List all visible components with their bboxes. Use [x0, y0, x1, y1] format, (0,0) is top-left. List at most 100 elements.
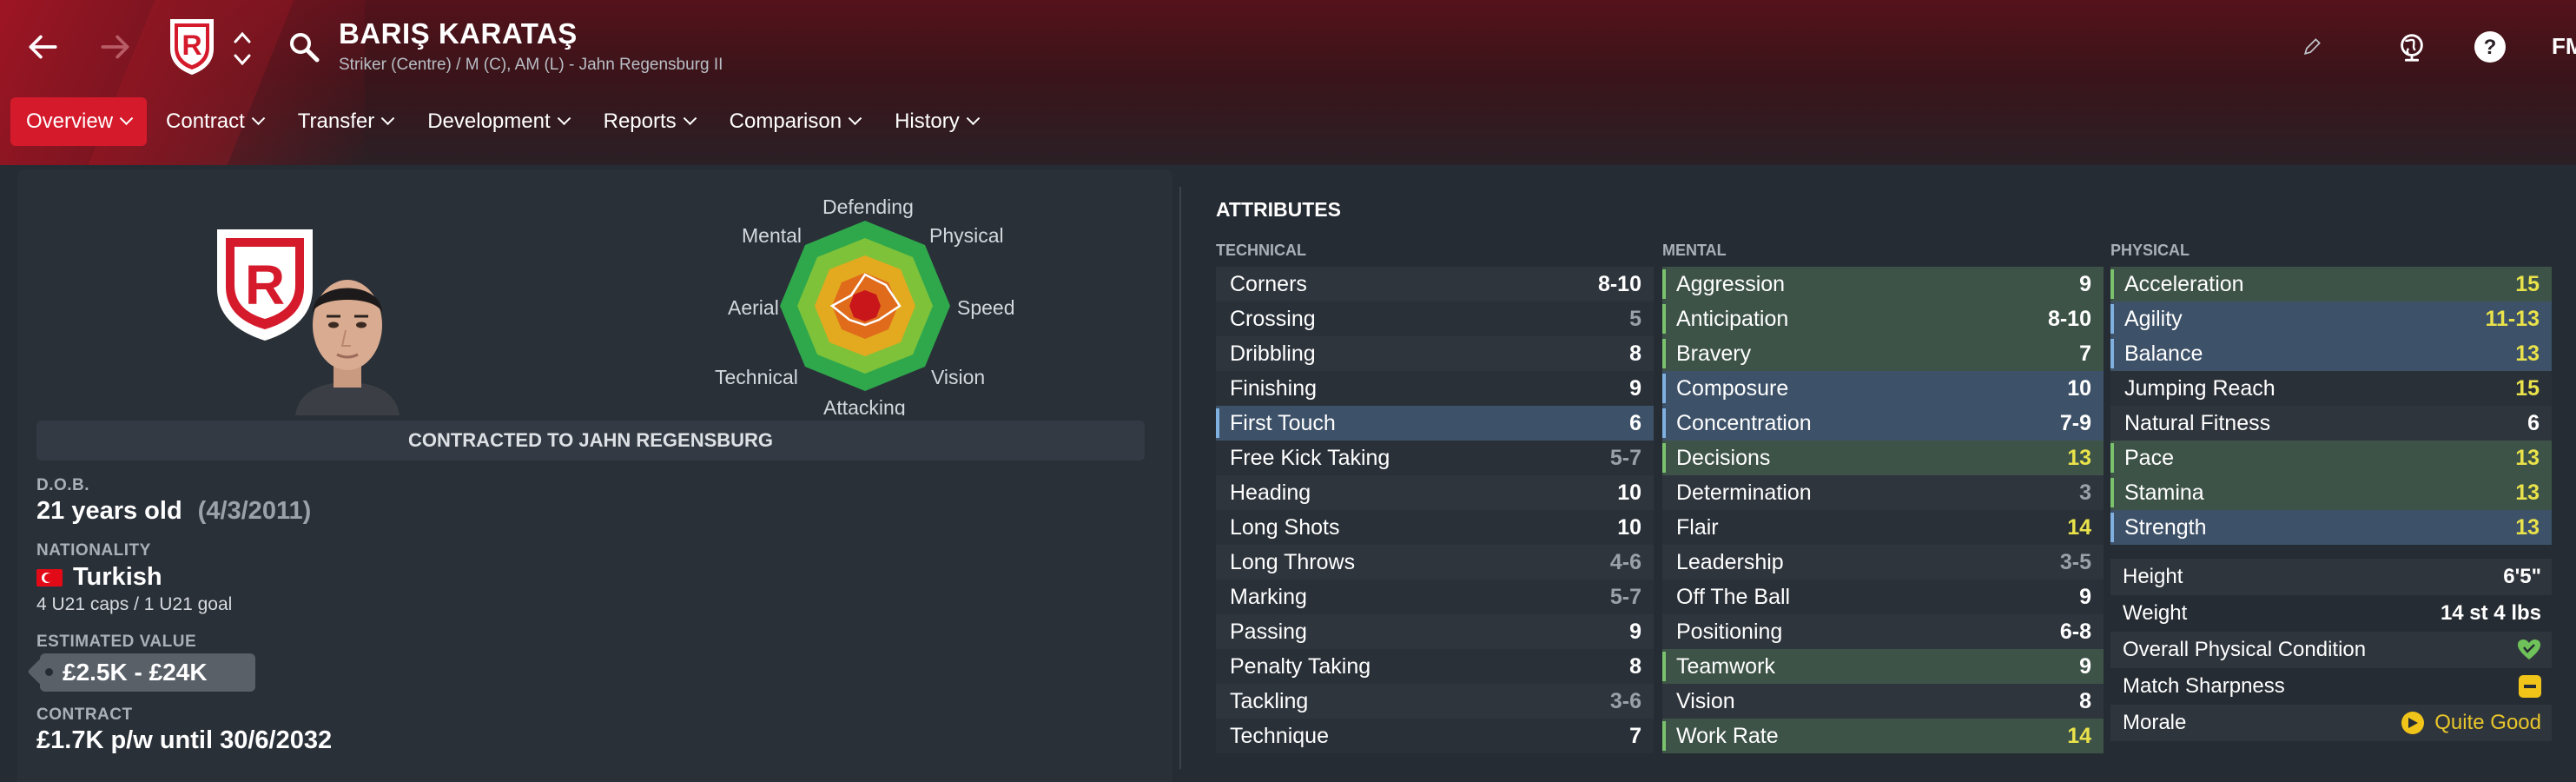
attribute-name: Acceleration — [2124, 271, 2244, 296]
attribute-name: Penalty Taking — [1230, 653, 1371, 679]
attribute-name: Work Rate — [1676, 723, 1779, 748]
player-avatar — [295, 280, 400, 415]
attribute-name: Long Throws — [1230, 549, 1356, 574]
attribute-row-stamina[interactable]: Stamina 13 — [2110, 475, 2552, 510]
attribute-row-pace[interactable]: Pace 13 — [2110, 441, 2552, 475]
pencil-icon — [2303, 38, 2321, 56]
attribute-row-tackling[interactable]: Tackling 3-6 — [1216, 684, 1654, 719]
attribute-row-aggression[interactable]: Aggression 9 — [1662, 267, 2104, 302]
tab-comparison[interactable]: Comparison — [714, 97, 875, 146]
attribute-value: 8-10 — [1597, 271, 1641, 296]
attribute-name: Decisions — [1676, 445, 1771, 470]
radar-label-speed: Speed — [957, 296, 1015, 319]
attribute-row-corners[interactable]: Corners 8-10 — [1216, 267, 1654, 302]
attribute-row-balance[interactable]: Balance 13 — [2110, 336, 2552, 371]
forward-button[interactable] — [92, 21, 139, 73]
tab-history[interactable]: History — [879, 97, 994, 146]
attribute-name: Marking — [1230, 584, 1307, 609]
technical-title: TECHNICAL — [1216, 242, 1306, 259]
attribute-row-bravery[interactable]: Bravery 7 — [1662, 336, 2104, 371]
attribute-row-vision[interactable]: Vision 8 — [1662, 684, 2104, 719]
attribute-value: 4-6 — [1609, 549, 1641, 574]
attribute-row-determination[interactable]: Determination 3 — [1662, 475, 2104, 510]
attribute-row-work-rate[interactable]: Work Rate 14 — [1662, 719, 2104, 753]
weight-value: 14 st 4 lbs — [2440, 601, 2541, 625]
attribute-row-long-throws[interactable]: Long Throws 4-6 — [1216, 545, 1654, 580]
weight-label: Weight — [2123, 601, 2188, 625]
attribute-row-marking[interactable]: Marking 5-7 — [1216, 580, 1654, 614]
value-text: £2.5K - £24K — [63, 659, 208, 686]
tab-contract[interactable]: Contract — [150, 97, 279, 146]
highlight-bar — [1662, 304, 1666, 334]
attribute-value: 13 — [2515, 341, 2540, 366]
attribute-row-teamwork[interactable]: Teamwork 9 — [1662, 649, 2104, 684]
search-icon[interactable] — [287, 30, 321, 64]
attribute-row-first-touch[interactable]: First Touch 6 — [1216, 406, 1654, 441]
attribute-row-passing[interactable]: Passing 9 — [1216, 614, 1654, 649]
help-button[interactable]: ? — [2471, 28, 2509, 66]
attribute-name: Stamina — [2124, 480, 2204, 505]
attribute-value: 3-6 — [1609, 688, 1641, 713]
attribute-value: 10 — [1617, 480, 1641, 505]
attribute-row-crossing[interactable]: Crossing 5 — [1216, 302, 1654, 336]
attribute-row-jumping-reach[interactable]: Jumping Reach 15 — [2110, 371, 2552, 406]
attribute-name: Off The Ball — [1676, 584, 1791, 609]
attribute-row-composure[interactable]: Composure 10 — [1662, 371, 2104, 406]
attribute-row-long-shots[interactable]: Long Shots 10 — [1216, 510, 1654, 545]
attribute-row-agility[interactable]: Agility 11-13 — [2110, 302, 2552, 336]
morale-arrow-icon — [2401, 712, 2425, 734]
panel-divider — [1179, 187, 1181, 769]
attribute-name: Pace — [2124, 445, 2174, 470]
back-button[interactable] — [19, 21, 66, 73]
chevron-down-icon — [848, 110, 862, 125]
attribute-row-decisions[interactable]: Decisions 13 — [1662, 441, 2104, 475]
attribute-row-dribbling[interactable]: Dribbling 8 — [1216, 336, 1654, 371]
attribute-name: Bravery — [1676, 341, 1752, 366]
radar-label-aerial: Aerial — [728, 296, 779, 319]
attribute-row-off-the-ball[interactable]: Off The Ball 9 — [1662, 580, 2104, 614]
tab-reports[interactable]: Reports — [588, 97, 710, 146]
highlight-bar — [1216, 408, 1219, 438]
tab-label: Development — [427, 109, 551, 133]
highlight-bar — [2110, 478, 2114, 507]
attribute-row-natural-fitness[interactable]: Natural Fitness 6 — [2110, 406, 2552, 441]
attribute-row-concentration[interactable]: Concentration 7-9 — [1662, 406, 2104, 441]
highlight-bar — [2110, 339, 2114, 368]
up-down-chevron-icon[interactable] — [231, 26, 254, 71]
attribute-row-acceleration[interactable]: Acceleration 15 — [2110, 267, 2552, 302]
edit-button[interactable] — [2293, 28, 2331, 66]
tab-development[interactable]: Development — [412, 97, 584, 146]
attribute-value: 5 — [1629, 306, 1641, 331]
world-button[interactable] — [2393, 28, 2431, 66]
attribute-name: Anticipation — [1676, 306, 1789, 331]
attribute-row-strength[interactable]: Strength 13 — [2110, 510, 2552, 545]
highlight-bar — [1662, 374, 1666, 403]
attribute-row-heading[interactable]: Heading 10 — [1216, 475, 1654, 510]
attribute-name: Positioning — [1676, 619, 1783, 644]
tab-transfer[interactable]: Transfer — [282, 97, 408, 146]
club-crest-icon[interactable]: R — [167, 16, 217, 76]
attribute-value: 9 — [1629, 375, 1641, 401]
tab-overview[interactable]: Overview — [10, 97, 148, 146]
attribute-row-flair[interactable]: Flair 14 — [1662, 510, 2104, 545]
tab-label: History — [895, 109, 960, 133]
age-text: 21 years old — [36, 497, 182, 525]
attribute-row-positioning[interactable]: Positioning 6-8 — [1662, 614, 2104, 649]
attribute-row-technique[interactable]: Technique 7 — [1216, 719, 1654, 753]
contract-label: CONTRACT — [36, 706, 133, 724]
attribute-row-leadership[interactable]: Leadership 3-5 — [1662, 545, 2104, 580]
attribute-name: Dribbling — [1230, 341, 1316, 366]
attribute-row-anticipation[interactable]: Anticipation 8-10 — [1662, 302, 2104, 336]
height-label: Height — [2123, 565, 2183, 588]
sharpness-row: Match Sharpness — [2110, 668, 2552, 705]
tab-label: Overview — [26, 109, 114, 133]
attribute-row-free-kick-taking[interactable]: Free Kick Taking 5-7 — [1216, 441, 1654, 475]
attribute-value: 7-9 — [2059, 410, 2091, 435]
morale-text: Quite Good — [2434, 711, 2541, 734]
highlight-bar — [2110, 304, 2114, 334]
attribute-row-penalty-taking[interactable]: Penalty Taking 8 — [1216, 649, 1654, 684]
attribute-value: 6 — [2527, 410, 2540, 435]
attribute-row-finishing[interactable]: Finishing 9 — [1216, 371, 1654, 406]
chevron-down-icon — [966, 110, 981, 125]
radar-label-defending: Defending — [822, 196, 914, 218]
